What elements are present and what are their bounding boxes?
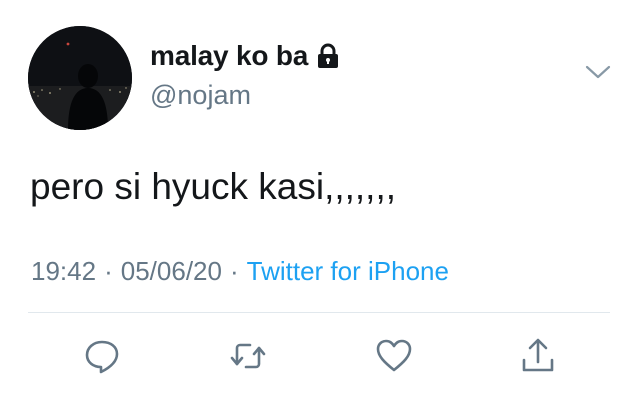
- tweet-meta: 19:42 · 05/06/20 · Twitter for iPhone: [31, 256, 449, 287]
- heart-icon: [376, 339, 412, 372]
- avatar-image: [28, 26, 132, 130]
- chevron-down-icon[interactable]: [584, 62, 612, 82]
- share-button[interactable]: [516, 334, 560, 378]
- display-name-row: malay ko ba: [150, 40, 340, 72]
- share-icon: [522, 338, 554, 372]
- tweet-date[interactable]: 05/06/20: [121, 256, 222, 287]
- reply-button[interactable]: [80, 334, 124, 378]
- user-handle[interactable]: @nojam: [150, 80, 251, 111]
- meta-separator: ·: [229, 256, 239, 286]
- lock-icon: [316, 43, 340, 69]
- reply-icon: [85, 340, 119, 374]
- like-button[interactable]: [372, 334, 416, 378]
- meta-separator: ·: [104, 256, 113, 286]
- avatar[interactable]: [28, 26, 132, 130]
- divider: [28, 312, 610, 313]
- retweet-icon: [230, 343, 266, 369]
- retweet-button[interactable]: [226, 334, 270, 378]
- tweet-text: pero si hyuck kasi,,,,,,,: [30, 166, 397, 207]
- tweet-source-link[interactable]: Twitter for iPhone: [247, 256, 449, 287]
- display-name[interactable]: malay ko ba: [150, 40, 308, 72]
- tweet-time[interactable]: 19:42: [31, 256, 96, 287]
